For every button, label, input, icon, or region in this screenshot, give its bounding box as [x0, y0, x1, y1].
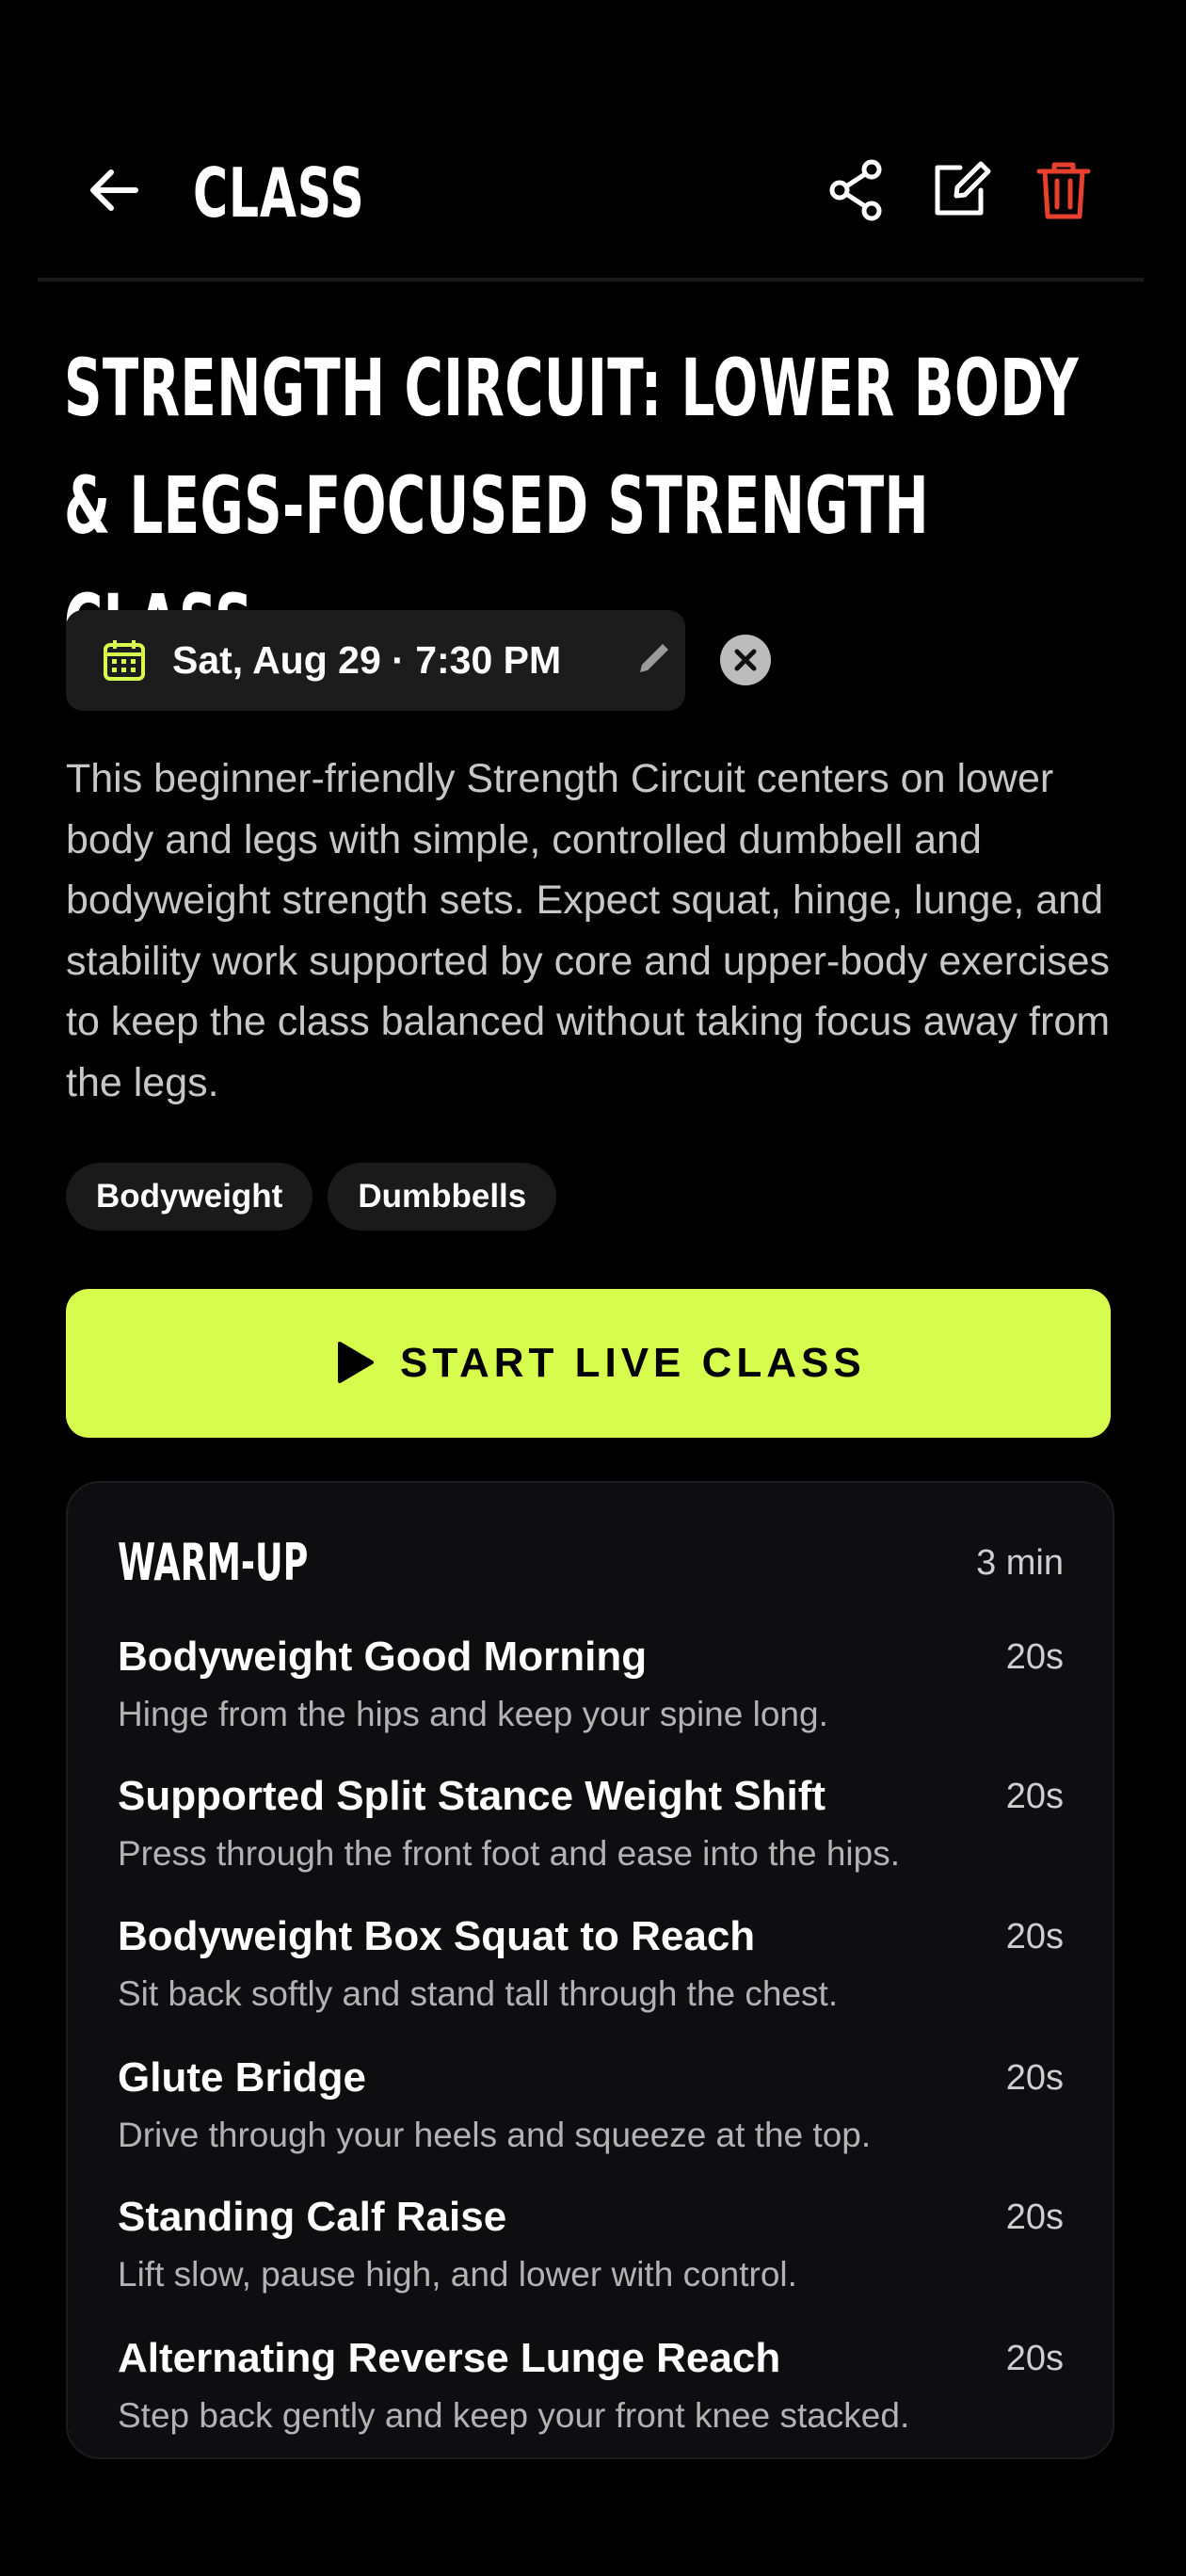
- exercise-name: Supported Split Stance Weight Shift: [118, 1773, 826, 1819]
- start-live-class-label: START LIVE CLASS: [400, 1340, 866, 1386]
- start-live-class-button[interactable]: START LIVE CLASS: [66, 1289, 1111, 1438]
- edit-icon[interactable]: [922, 153, 998, 228]
- equipment-tags: Bodyweight Dumbbells: [66, 1163, 571, 1231]
- exercise-item[interactable]: Bodyweight Good Morning 20s Hinge from t…: [118, 1629, 1064, 1761]
- exercise-item[interactable]: Bodyweight Box Squat to Reach 20s Sit ba…: [118, 1908, 1064, 2040]
- app-bar: CLASS: [38, 118, 1144, 282]
- exercise-time: 20s: [1005, 2058, 1064, 2098]
- warmup-section-card: WARM-UP 3 min Bodyweight Good Morning 20…: [66, 1481, 1114, 2459]
- exercise-cue: Lift slow, pause high, and lower with co…: [118, 2255, 797, 2294]
- section-title: WARM-UP: [118, 1533, 309, 1592]
- calendar-icon: [104, 640, 145, 681]
- exercise-item[interactable]: Supported Split Stance Weight Shift 20s …: [118, 1768, 1064, 1900]
- schedule-text: Sat, Aug 29 · 7:30 PM: [172, 638, 562, 682]
- exercise-time: 20s: [1005, 1777, 1064, 1816]
- tag-dumbbells[interactable]: Dumbbells: [328, 1163, 557, 1231]
- exercise-time: 20s: [1005, 1917, 1064, 1956]
- exercise-name: Alternating Reverse Lunge Reach: [118, 2335, 781, 2381]
- exercise-time: 20s: [1005, 2339, 1064, 2378]
- exercise-time: 20s: [1005, 2198, 1064, 2237]
- tag-bodyweight[interactable]: Bodyweight: [66, 1163, 313, 1231]
- exercise-time: 20s: [1005, 1637, 1064, 1677]
- section-duration: 3 min: [976, 1543, 1064, 1583]
- schedule-chip[interactable]: Sat, Aug 29 · 7:30 PM: [66, 610, 685, 711]
- class-screen: CLASS STRENGTH CIRCUIT: LOWER BODY & LEG…: [38, 118, 1144, 1492]
- page-title: CLASS: [193, 153, 365, 233]
- trash-icon[interactable]: [1026, 153, 1101, 228]
- exercise-name: Glute Bridge: [118, 2054, 367, 2101]
- share-icon[interactable]: [819, 153, 894, 228]
- exercise-cue: Press through the front foot and ease in…: [118, 1834, 900, 1873]
- exercise-cue: Hinge from the hips and keep your spine …: [118, 1695, 828, 1733]
- exercise-cue: Step back gently and keep your front kne…: [118, 2396, 910, 2435]
- exercise-item[interactable]: Alternating Reverse Lunge Reach 20s Step…: [118, 2330, 1064, 2457]
- exercise-item[interactable]: Glute Bridge 20s Drive through your heel…: [118, 2050, 1064, 2182]
- exercise-item[interactable]: Standing Calf Raise 20s Lift slow, pause…: [118, 2189, 1064, 2321]
- exercise-name: Bodyweight Box Squat to Reach: [118, 1913, 756, 1959]
- exercise-name: Standing Calf Raise: [118, 2194, 507, 2240]
- close-circle-icon[interactable]: [719, 634, 772, 686]
- exercise-cue: Drive through your heels and squeeze at …: [118, 2116, 872, 2154]
- arrow-left-icon[interactable]: [81, 157, 147, 223]
- play-icon: [338, 1342, 374, 1383]
- exercise-cue: Sit back softly and stand tall through t…: [118, 1974, 839, 2013]
- class-description: This beginner-friendly Strength Circuit …: [66, 756, 1111, 1105]
- exercise-name: Bodyweight Good Morning: [118, 1634, 648, 1680]
- pencil-icon[interactable]: [633, 638, 674, 680]
